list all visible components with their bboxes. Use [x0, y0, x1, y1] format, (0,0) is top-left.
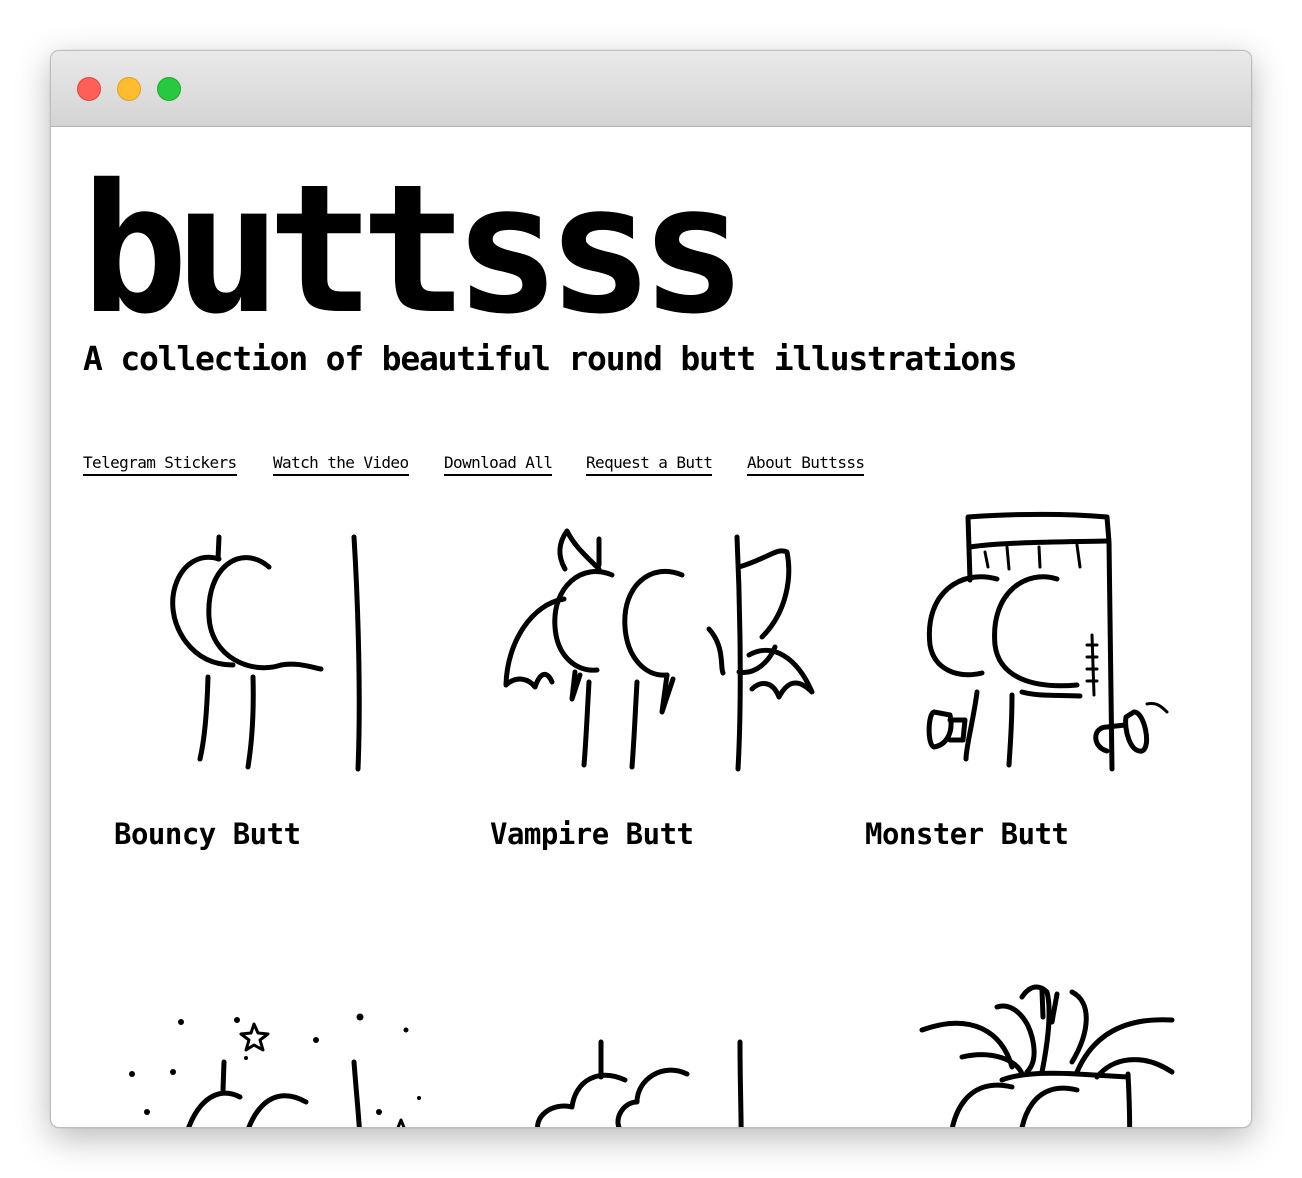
monster-butt-illustration: [926, 511, 1169, 772]
nav-link-about[interactable]: About Buttsss: [747, 453, 865, 476]
card-title-bouncy: Bouncy Butt: [114, 817, 301, 851]
page-content: buttsss A collection of beautiful round …: [51, 127, 1251, 1127]
gallery-card-starry[interactable]: [111, 962, 451, 1127]
gallery-card-bouncy[interactable]: Bouncy Butt: [111, 507, 451, 907]
starry-butt-illustration: [129, 1013, 421, 1127]
minimize-button[interactable]: [117, 77, 141, 101]
nav-link-telegram-stickers[interactable]: Telegram Stickers: [83, 453, 237, 476]
vampire-butt-illustration: [503, 528, 815, 772]
site-title: buttsss: [81, 146, 747, 353]
nav-link-watch-video[interactable]: Watch the Video: [273, 453, 409, 476]
plant-pot-butt-illustration: [919, 984, 1175, 1127]
gallery-card-plant[interactable]: [862, 962, 1202, 1127]
close-button[interactable]: [77, 77, 101, 101]
card-title-vampire: Vampire Butt: [490, 817, 694, 851]
gallery-card-monster[interactable]: Monster Butt: [862, 507, 1202, 907]
gallery-card-vampire[interactable]: Vampire Butt: [487, 507, 827, 907]
browser-window: buttsss A collection of beautiful round …: [50, 50, 1252, 1128]
cloud-butt-illustration: [535, 1039, 744, 1127]
site-tagline: A collection of beautiful round butt ill…: [83, 339, 1018, 378]
nav-link-request-butt[interactable]: Request a Butt: [586, 453, 713, 476]
maximize-button[interactable]: [157, 77, 181, 101]
window-titlebar: [51, 51, 1251, 127]
bouncy-butt-illustration: [170, 534, 362, 772]
card-title-monster: Monster Butt: [865, 817, 1069, 851]
nav-link-download-all[interactable]: Download All: [444, 453, 553, 476]
gallery-card-cloud[interactable]: [487, 962, 827, 1127]
